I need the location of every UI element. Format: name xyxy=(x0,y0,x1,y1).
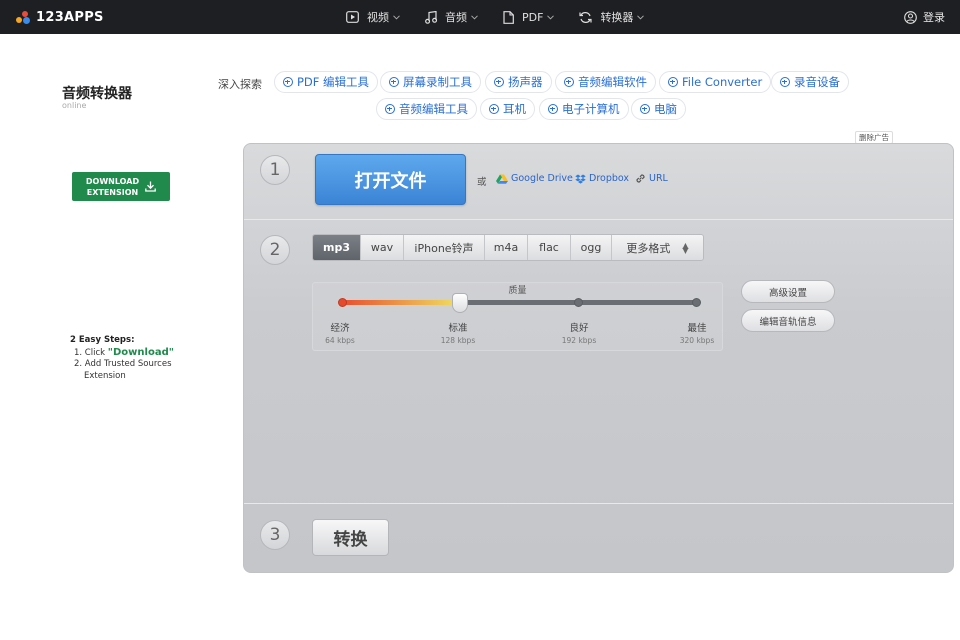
explore-chip[interactable]: PDF 编辑工具 xyxy=(274,71,379,93)
quality-level-good: 良好 192 kbps xyxy=(561,323,597,345)
tab-ogg[interactable]: ogg xyxy=(571,235,612,260)
explore-chip[interactable]: 音频编辑软件 xyxy=(555,71,656,93)
download-extension-button[interactable]: DOWNLOAD EXTENSION xyxy=(72,172,170,201)
quality-level-economy: 经济 64 kbps xyxy=(325,323,355,345)
quality-slider-handle[interactable] xyxy=(452,293,469,313)
edit-track-info-button[interactable]: 编辑音轨信息 xyxy=(741,309,835,332)
explore-chip[interactable]: 电子计算机 xyxy=(539,98,629,120)
explore-chip[interactable]: 扬声器 xyxy=(485,71,552,93)
easy-steps-step1: 1. Click "Download" xyxy=(74,346,174,358)
plus-circle-icon xyxy=(564,77,574,87)
plus-circle-icon xyxy=(385,104,395,114)
more-formats-select[interactable]: 更多格式 ▲ ▼ xyxy=(612,235,703,260)
plus-circle-icon xyxy=(389,77,399,87)
quality-track-fill xyxy=(343,300,461,305)
document-icon xyxy=(503,10,514,24)
explore-chip[interactable]: 屏幕录制工具 xyxy=(380,71,481,93)
easy-steps-heading: 2 Easy Steps: xyxy=(70,335,135,345)
chevron-down-icon xyxy=(393,14,400,20)
or-label: 或 xyxy=(477,177,487,188)
convert-button[interactable]: 转换 xyxy=(312,519,389,556)
url-link[interactable]: URL xyxy=(635,173,668,184)
quality-level-best: 最佳 320 kbps xyxy=(679,323,715,345)
dropbox-link[interactable]: Dropbox xyxy=(575,173,629,184)
select-arrows-icon: ▲ ▼ xyxy=(682,240,689,255)
plus-circle-icon xyxy=(548,104,558,114)
quality-title: 质量 xyxy=(508,286,527,296)
section-divider xyxy=(244,219,953,220)
explore-chip[interactable]: 音频编辑工具 xyxy=(376,98,477,120)
nav-converter[interactable]: 转换器 xyxy=(579,9,645,25)
plus-circle-icon xyxy=(494,77,504,87)
google-drive-link[interactable]: Google Drive xyxy=(496,173,573,184)
download-link[interactable]: "Download" xyxy=(108,347,174,358)
tab-wav[interactable]: wav xyxy=(361,235,404,260)
nav-audio[interactable]: 音频 xyxy=(425,9,478,25)
open-file-button[interactable]: 打开文件 xyxy=(315,154,466,205)
plus-circle-icon xyxy=(283,77,293,87)
quality-tick[interactable] xyxy=(692,298,701,307)
logo-text: 123APPS xyxy=(36,9,104,25)
convert-icon xyxy=(579,11,593,23)
tab-m4a[interactable]: m4a xyxy=(485,235,528,260)
main-nav: 视频 音频 PDF 转换器 xyxy=(346,0,669,34)
plus-circle-icon xyxy=(780,77,790,87)
page-subtitle: online xyxy=(62,101,87,110)
chevron-down-icon xyxy=(547,14,555,20)
format-tabs: mp3 wav iPhone铃声 m4a flac ogg 更多格式 ▲ ▼ xyxy=(312,234,704,261)
nav-pdf[interactable]: PDF xyxy=(503,10,555,24)
explore-chip[interactable]: 电脑 xyxy=(631,98,686,120)
chevron-down-icon xyxy=(637,14,645,20)
tab-mp3[interactable]: mp3 xyxy=(313,235,361,260)
explore-chip[interactable]: 录音设备 xyxy=(771,71,849,93)
quality-track[interactable] xyxy=(343,300,698,305)
download-icon xyxy=(145,181,156,192)
easy-steps-step2: 2. Add Trusted Sources xyxy=(74,359,172,369)
music-note-icon xyxy=(425,10,437,24)
plus-circle-icon xyxy=(489,104,499,114)
logo[interactable]: 123APPS xyxy=(16,8,104,26)
step-number-2: 2 xyxy=(260,235,290,265)
step-number-1: 1 xyxy=(260,155,290,185)
quality-tick[interactable] xyxy=(338,298,347,307)
logo-icon xyxy=(16,10,32,24)
nav-converter-label: 转换器 xyxy=(600,11,634,24)
quality-slider-box: 质量 经济 64 kbps 标准 128 kbps 良好 192 kbps 最佳… xyxy=(312,282,723,351)
nav-pdf-label: PDF xyxy=(522,10,544,24)
plus-circle-icon xyxy=(640,104,650,114)
quality-tick[interactable] xyxy=(574,298,583,307)
link-icon xyxy=(636,174,645,183)
top-navigation-bar: 123APPS 视频 音频 PDF 转换器 登录 xyxy=(0,0,960,34)
quality-level-standard: 标准 128 kbps xyxy=(440,323,476,345)
video-icon xyxy=(346,11,359,23)
explore-label: 深入探索 xyxy=(218,78,262,91)
login-label: 登录 xyxy=(923,11,945,24)
tab-flac[interactable]: flac xyxy=(528,235,571,260)
explore-chip[interactable]: 耳机 xyxy=(480,98,535,120)
nav-video[interactable]: 视频 xyxy=(346,9,400,25)
dropbox-icon xyxy=(575,174,586,184)
user-icon xyxy=(904,10,917,24)
easy-steps: 2 Easy Steps: 1. Click "Download" 2. Add… xyxy=(70,335,174,382)
login-button[interactable]: 登录 xyxy=(904,0,945,34)
plus-circle-icon xyxy=(668,77,678,87)
step-number-3: 3 xyxy=(260,520,290,550)
converter-panel: 1 打开文件 或 Google Drive Dropbox URL 2 mp3 … xyxy=(243,143,954,573)
google-drive-icon xyxy=(496,174,508,184)
easy-steps-step2-cont: Extension xyxy=(84,370,126,381)
download-extension-label: DOWNLOAD EXTENSION xyxy=(85,176,140,197)
nav-video-label: 视频 xyxy=(367,11,389,24)
explore-chip[interactable]: File Converter xyxy=(659,71,772,93)
nav-audio-label: 音频 xyxy=(445,11,467,24)
advanced-settings-button[interactable]: 高级设置 xyxy=(741,280,835,303)
chevron-down-icon xyxy=(471,14,478,20)
tab-iphone-ringtone[interactable]: iPhone铃声 xyxy=(404,235,485,260)
page-title: 音频转换器 xyxy=(62,86,132,102)
section-divider xyxy=(244,503,953,504)
